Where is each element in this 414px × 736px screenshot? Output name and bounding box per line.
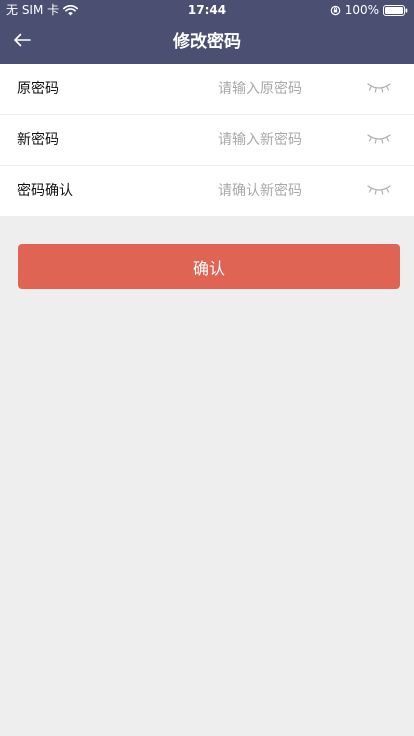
old-password-label: 原密码 [17,81,59,97]
battery-percent: 100% [344,3,379,17]
status-right: 100% [330,0,408,20]
confirm-password-row: 密码确认 [0,166,414,216]
eye-closed-icon [366,182,392,201]
confirm-password-label: 密码确认 [17,183,73,199]
orientation-lock-icon [330,5,341,16]
confirm-password-input[interactable] [120,178,302,204]
new-password-input[interactable] [120,127,302,153]
new-password-visibility-toggle[interactable] [362,127,396,153]
new-password-label: 新密码 [17,132,59,148]
eye-closed-icon [366,131,392,150]
battery-fill [385,6,403,14]
status-bar: 无 SIM 卡 17:44 100% [0,0,414,20]
new-password-row: 新密码 [0,115,414,166]
password-form: 原密码 新密码 密码确认 [0,64,414,216]
battery-icon [383,4,408,16]
confirm-password-visibility-toggle[interactable] [362,178,396,204]
page-title: 修改密码 [173,32,241,52]
nav-bar: 修改密码 [0,20,414,64]
confirm-button[interactable]: 确认 [18,244,400,289]
old-password-row: 原密码 [0,64,414,115]
old-password-input[interactable] [120,76,302,102]
old-password-visibility-toggle[interactable] [362,76,396,102]
header: 无 SIM 卡 17:44 100% 修改密码 [0,0,414,64]
eye-closed-icon [366,80,392,99]
